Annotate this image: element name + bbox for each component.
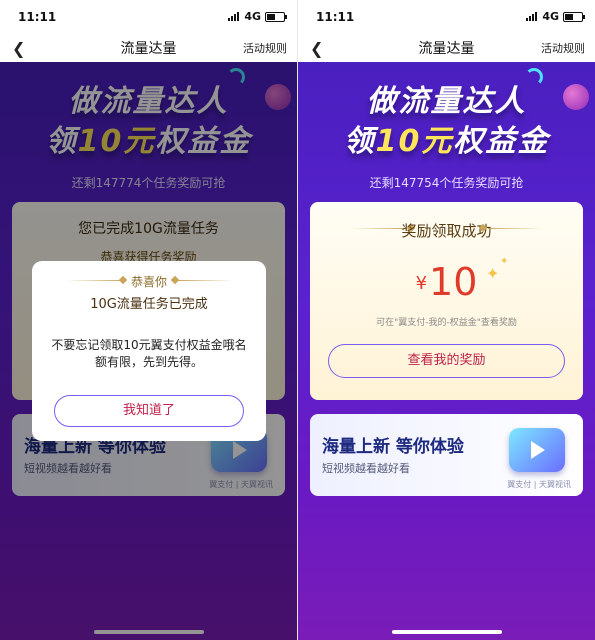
sparkle-icon: ✦ — [486, 264, 500, 283]
network-label: 4G — [244, 10, 261, 23]
video-promo-title: 海量上新 等你体验 — [322, 437, 464, 457]
rules-link[interactable]: 活动规则 — [243, 40, 287, 56]
network-label: 4G — [542, 10, 559, 23]
reward-title: 奖励领取成功 — [401, 222, 492, 240]
decor-line — [488, 228, 544, 229]
video-promo-subtitle: 短视频越看越好看 — [322, 462, 410, 475]
nav-bar: ❮ 流量达量 活动规则 — [298, 34, 595, 62]
reward-note: 可在"翼支付-我的-权益金"查看奖励 — [376, 318, 517, 328]
view-rewards-button[interactable]: 查看我的奖励 — [328, 344, 565, 378]
status-time: 11:11 — [18, 10, 57, 24]
signal-icon — [526, 11, 537, 21]
completion-dialog: 恭喜你 10G流量任务已完成 不要忘记领取10元翼支付权益金哦名额有限，先到先得… — [32, 261, 266, 441]
signal-icon — [228, 11, 239, 21]
right-screen: 11:11 4G ❮ 流量达量 活动规则 做流量达人 领10元权益金 还剩147… — [298, 0, 595, 640]
currency-symbol: ¥ — [415, 273, 428, 294]
hero-line-2: 领10元权益金 — [298, 116, 595, 160]
hero-line-2-a: 领 — [343, 124, 376, 159]
amount-value: 10 — [429, 260, 478, 304]
hero-line-1: 做流量达人 — [366, 84, 527, 119]
left-screen: 11:11 4G ❮ 流量达量 活动规则 做流量达人 领10元权益金 还剩147… — [0, 0, 297, 640]
dialog-congrats: 恭喜你 — [130, 275, 167, 289]
sparkle-icon: ✦ — [500, 256, 509, 267]
video-promo-card[interactable]: 海量上新 等你体验 短视频越看越好看 翼支付 | 天翼视讯 — [310, 414, 583, 496]
hero-line-2-b: 权益金 — [453, 124, 550, 159]
remaining-count: 还剩147754个任务奖励可抢 — [369, 176, 524, 190]
status-bar: 11:11 4G — [0, 0, 297, 34]
reward-amount: ¥10 — [310, 260, 583, 304]
hero-banner: 做流量达人 领10元权益金 — [298, 62, 595, 172]
brand-label: 翼支付 | 天翼视讯 — [507, 480, 571, 489]
dialog-title: 10G流量任务已完成 — [90, 297, 208, 312]
rules-link[interactable]: 活动规则 — [541, 40, 585, 56]
decor-line — [178, 280, 234, 281]
dialog-message: 不要忘记领取10元翼支付权益金哦名额有限，先到先得。 — [51, 338, 247, 369]
campaign-page: 做流量达人 领10元权益金 还剩147754个任务奖励可抢 奖励领取成功 ¥10… — [298, 62, 595, 640]
nav-bar: ❮ 流量达量 活动规则 — [0, 34, 297, 62]
battery-icon — [265, 12, 287, 22]
home-indicator — [391, 630, 502, 634]
status-time: 11:11 — [316, 10, 355, 24]
reward-card: 奖励领取成功 ¥10 ✦ ✦ 可在"翼支付-我的-权益金"查看奖励 查看我的奖励 — [310, 202, 583, 400]
status-bar: 11:11 4G — [298, 0, 595, 34]
got-it-button[interactable]: 我知道了 — [54, 395, 244, 427]
battery-icon — [563, 12, 585, 22]
tv-play-icon — [509, 428, 565, 472]
hero-line-2-highlight: 10元 — [375, 124, 454, 159]
